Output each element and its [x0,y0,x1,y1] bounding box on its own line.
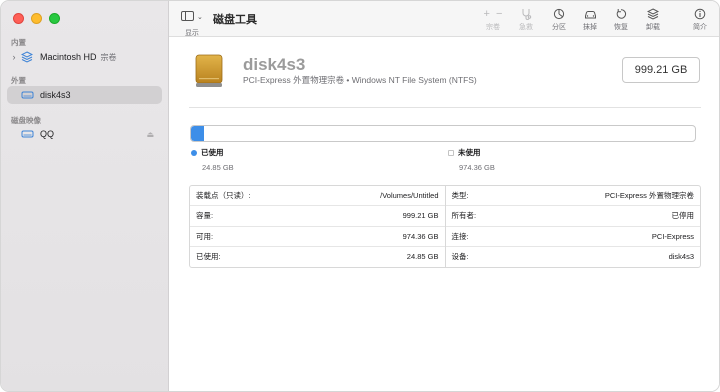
info-row: 已使用: 24.85 GB [196,252,439,262]
restore-button[interactable]: 恢复 [606,8,636,32]
used-dot-icon [191,149,197,156]
close-button[interactable] [13,13,24,24]
info-column-left: 装载点（只读）:/Volumes/Untitled 容量: 999.21 GB 可… [190,186,446,267]
free-box-icon [448,149,454,156]
disk-name: disk4s3 [243,55,306,74]
disk-utility-window: 内置 › Macintosh HD 宗卷 外置 disk4s3 磁盘映像 QQ … [0,0,720,392]
disk-description: PCI-Express 外置物理宗卷 • Windows NT File Sys… [243,75,477,85]
eject-icon[interactable]: ⏏ [146,130,154,139]
info-row: 所有者: 已停用 [445,206,700,227]
volume-add-remove-button[interactable]: + − 宗卷 [471,8,515,32]
external-disk-icon [191,53,227,89]
restore-icon [615,8,627,20]
plus-minus-icon: + − [483,8,503,20]
info-row: 连接: PCI-Express [445,227,700,247]
view-menu-button[interactable]: ⌄ 显示 [181,8,203,38]
info-row: 装载点（只读）:/Volumes/Untitled [190,186,445,207]
sidebar-item-sublabel: 宗卷 [100,52,117,62]
toolbar: ⌄ 显示 磁盘工具 + − 宗卷 急救 分区 抹掉 恢复 卸载 简介 [169,1,719,38]
info-row: 容量: 999.21 GB [190,206,445,227]
legend-used-label: 已使用 [201,148,224,157]
sidebar: 内置 › Macintosh HD 宗卷 外置 disk4s3 磁盘映像 QQ … [1,1,169,391]
unmount-icon [647,8,659,20]
info-button[interactable]: 简介 [685,8,715,32]
sidebar-item-qq[interactable]: QQ ⏏ [7,125,162,143]
usage-bar [190,125,696,142]
sidebar-item-label: QQ [40,129,55,139]
first-aid-button[interactable]: 急救 [511,8,541,32]
legend-free-label: 未使用 [458,148,481,157]
disk-capacity: 999.21 GB [622,57,700,83]
minimize-button[interactable] [31,13,42,24]
main-content: disk4s3 PCI-Express 外置物理宗卷 • Windows NT … [169,37,719,391]
legend-free: 未使用 974.36 GB [448,147,495,172]
disk-image-icon [20,128,34,140]
info-row: 类型: PCI-Express 外置物理宗卷 [445,186,700,207]
external-drive-icon [20,89,34,101]
info-column-right: 类型: PCI-Express 外置物理宗卷 所有者: 已停用 连接: PCI-Exp… [445,186,700,267]
info-row: 设备: disk4s3 [451,252,695,262]
partition-button[interactable]: 分区 [544,8,574,32]
info-row: 可用: 974.36 GB [190,227,445,247]
info-icon [694,8,706,20]
sidebar-toggle-icon [181,8,194,26]
chevron-right-icon[interactable]: › [8,52,20,62]
sidebar-item-label: Macintosh HD [40,52,97,62]
window-controls [13,13,60,24]
stethoscope-icon [520,8,532,20]
sidebar-item-macintosh-hd[interactable]: › Macintosh HD 宗卷 [7,48,162,66]
erase-button[interactable]: 抹掉 [575,8,605,32]
pie-chart-icon [553,8,565,20]
info-table: 装载点（只读）:/Volumes/Untitled 容量: 999.21 GB 可… [189,185,701,268]
legend-free-value: 974.36 GB [459,163,495,172]
volume-stack-icon [20,51,34,63]
legend-used-value: 24.85 GB [202,163,234,172]
sidebar-section-internal: 内置 [11,38,26,47]
divider [189,107,701,108]
app-title: 磁盘工具 [213,14,257,26]
usage-bar-used-fill [191,126,204,141]
erase-car-icon [584,8,597,20]
legend-used: 已使用 24.85 GB [191,147,234,172]
sidebar-section-external: 外置 [11,76,26,85]
sidebar-item-label: disk4s3 [40,90,71,100]
unmount-button[interactable]: 卸载 [638,8,668,32]
sidebar-item-disk4s3[interactable]: disk4s3 [7,86,162,104]
chevron-down-icon: ⌄ [197,14,203,21]
zoom-button[interactable] [49,13,60,24]
